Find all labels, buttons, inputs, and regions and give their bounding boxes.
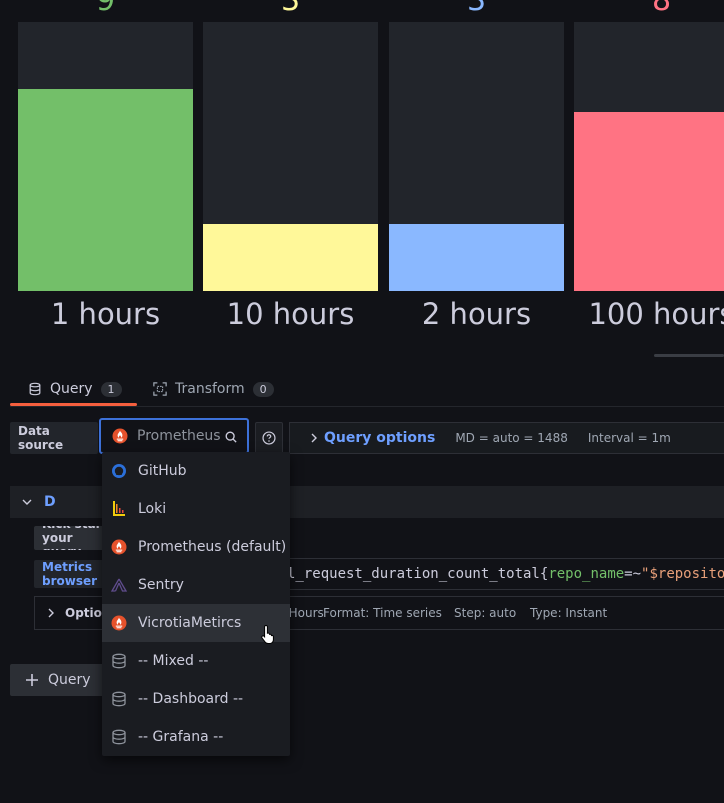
database-icon	[110, 728, 128, 746]
bar-column: 3 10 hours	[203, 0, 378, 350]
datasource-option-label: -- Grafana --	[138, 729, 224, 745]
datasource-option-mixed[interactable]: -- Mixed --	[102, 642, 290, 680]
bar-fill	[18, 89, 193, 291]
datasource-search-input[interactable]: Prometheus	[137, 428, 221, 444]
horizontal-scrollbar[interactable]	[654, 354, 724, 357]
chevron-right-icon	[311, 433, 317, 443]
datasource-option-label: GitHub	[138, 463, 187, 479]
chevron-down-icon	[22, 499, 32, 505]
tab-query-label: Query	[50, 381, 93, 397]
datasource-option-sentry[interactable]: Sentry	[102, 566, 290, 604]
datasource-option-github[interactable]: GitHub	[102, 452, 290, 490]
datasource-option-label: Loki	[138, 501, 167, 517]
database-icon	[110, 690, 128, 708]
database-icon	[29, 382, 41, 396]
github-icon	[110, 462, 128, 480]
datasource-label: Data source	[10, 422, 98, 454]
datasource-option-label: VicrotiaMetircs	[138, 615, 242, 631]
prometheus-icon	[111, 427, 129, 445]
query-expression-label: repo_name	[548, 566, 625, 582]
question-circle-icon	[262, 431, 276, 445]
query-expression-operator: =~	[624, 566, 642, 582]
datasource-help-button[interactable]	[255, 422, 283, 454]
hand-cursor-icon	[261, 624, 274, 644]
options-step: Step: auto	[454, 606, 517, 620]
bar-value-label: 8	[651, 0, 672, 18]
bar-category-label: 1 hours	[50, 297, 161, 331]
bar-fill	[203, 224, 378, 291]
prometheus-icon	[110, 538, 128, 556]
bar-track	[574, 22, 724, 291]
tab-transform[interactable]: Transform 0	[153, 374, 274, 404]
query-options-interval: Interval = 1m	[587, 431, 671, 445]
sentry-icon	[110, 576, 128, 594]
datasource-option-label: Sentry	[138, 577, 184, 593]
datasource-option-label: -- Mixed --	[138, 653, 209, 669]
query-options-bar[interactable]: Query options MD = auto = 1488 Interval …	[289, 422, 724, 454]
bar-category-label: 2 hours	[421, 297, 532, 331]
options-format: Format: Time series	[323, 606, 442, 620]
datasource-option-grafana[interactable]: -- Grafana --	[102, 718, 290, 756]
bar-column: 8 100 hours	[574, 0, 724, 350]
bar-column: 9 1 hours	[18, 0, 193, 350]
query-tabs: Query 1 Transform 0	[10, 374, 724, 407]
tab-query-counter: 1	[100, 381, 122, 397]
bar-value-label: 3	[280, 0, 301, 18]
plus-icon	[26, 674, 38, 686]
query-expression-value: "$reposito	[641, 566, 724, 582]
query-options-title[interactable]: Query options	[324, 430, 435, 446]
bar-category-label: 100 hours	[588, 297, 724, 331]
tab-transform-label: Transform	[175, 381, 245, 397]
query-expression-metric: l_request_duration_count_total	[287, 566, 540, 582]
bar-value-label: 3	[466, 0, 487, 18]
bar-track	[203, 22, 378, 291]
search-icon	[225, 431, 237, 443]
query-options-md: MD = auto = 1488	[455, 431, 568, 445]
datasource-option-prometheus-default[interactable]: Prometheus (default)	[102, 528, 290, 566]
bar-column: 3 2 hours	[389, 0, 564, 350]
tab-transform-counter: 0	[252, 381, 274, 397]
query-ref-id[interactable]: D	[44, 494, 56, 510]
tab-query[interactable]: Query 1	[10, 374, 137, 406]
add-query-button[interactable]: Query	[10, 664, 104, 696]
datasource-option-label: Prometheus (default)	[138, 539, 287, 555]
database-icon	[110, 652, 128, 670]
datasource-option-dashboard[interactable]: -- Dashboard --	[102, 680, 290, 718]
bar-track	[389, 22, 564, 291]
query-expression-brace: {	[539, 566, 549, 582]
add-query-label: Query	[48, 672, 91, 688]
bar-category-label: 10 hours	[226, 297, 355, 331]
chevron-right-icon	[48, 608, 54, 618]
bar-fill	[389, 224, 564, 291]
bar-fill	[574, 112, 724, 291]
bar-value-label: 9	[95, 0, 116, 18]
datasource-row: Data source Prometheus Query options MD …	[10, 418, 724, 454]
prometheus-icon	[110, 614, 128, 632]
loki-icon	[110, 500, 128, 518]
options-type: Type: Instant	[530, 606, 608, 620]
datasource-dropdown: GitHub Loki Prometheus (default) Sentry …	[102, 452, 290, 756]
datasource-option-loki[interactable]: Loki	[102, 490, 290, 528]
datasource-picker[interactable]: Prometheus	[99, 418, 249, 454]
datasource-option-label: -- Dashboard --	[138, 691, 244, 707]
bar-track	[18, 22, 193, 291]
transform-icon	[153, 382, 167, 396]
